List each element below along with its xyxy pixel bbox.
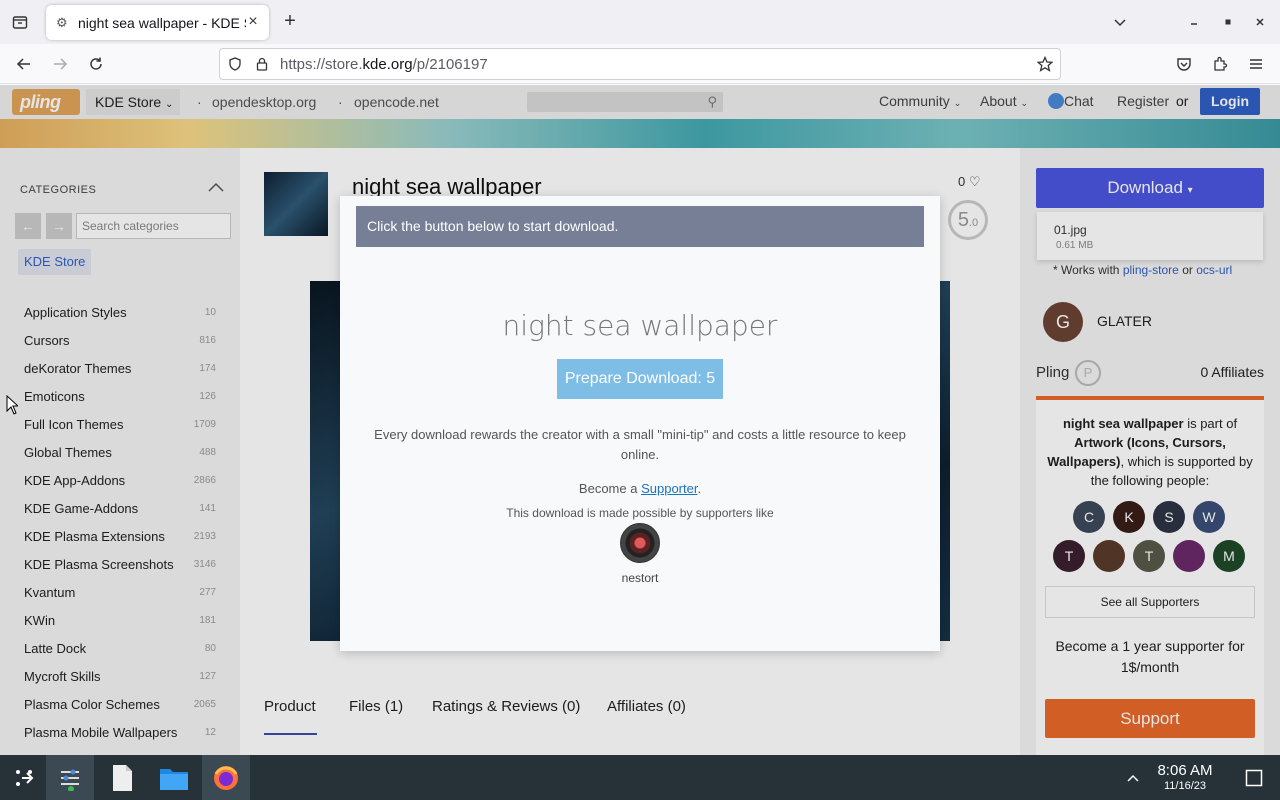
modal-header: Click the button below to start download…	[356, 206, 924, 247]
bookmark-star-icon[interactable]	[1037, 56, 1053, 72]
url-text: https://store.kde.org/p/2106197	[280, 56, 488, 73]
become-supporter-line: Become a Supporter.	[578, 481, 702, 496]
shield-icon[interactable]	[227, 56, 243, 72]
text-editor-icon[interactable]	[98, 755, 146, 800]
kde-favicon-icon: ⚙	[56, 14, 68, 30]
extensions-icon[interactable]	[1208, 52, 1232, 76]
minimize-icon[interactable]	[1182, 10, 1206, 34]
supporter-avatar-nestort[interactable]	[620, 523, 660, 563]
maximize-icon[interactable]	[1216, 10, 1240, 34]
system-settings-icon[interactable]	[46, 755, 94, 800]
supporter-name[interactable]: nestort	[340, 571, 940, 585]
modal-title: night sea wallpaper	[502, 309, 778, 342]
pocket-icon[interactable]	[1172, 52, 1196, 76]
close-window-icon[interactable]	[1248, 10, 1272, 34]
supporter-link[interactable]: Supporter	[641, 481, 697, 496]
made-possible-text: This download is made possible by suppor…	[506, 506, 774, 520]
tab-overflow-chevron-icon[interactable]	[1108, 10, 1132, 34]
file-manager-icon[interactable]	[150, 755, 198, 800]
firefox-icon[interactable]	[202, 755, 250, 800]
new-tab-icon[interactable]: +	[280, 10, 300, 34]
close-tab-icon[interactable]: ×	[245, 14, 261, 30]
taskbar: 8:06 AM 11/16/23	[0, 755, 1280, 800]
forward-icon[interactable]	[48, 52, 72, 76]
clock-time[interactable]: 8:06 AM	[1152, 762, 1218, 779]
menu-hamburger-icon[interactable]	[1244, 52, 1268, 76]
system-tray-expand-icon[interactable]	[1109, 755, 1157, 800]
lock-icon[interactable]	[254, 56, 270, 72]
modal-note: Every download rewards the creator with …	[374, 427, 906, 462]
browser-navbar: https://store.kde.org/p/2106197	[0, 44, 1280, 84]
app-launcher-icon[interactable]	[0, 755, 48, 800]
back-icon[interactable]	[12, 52, 36, 76]
browser-tab-active[interactable]: ⚙ night sea wallpaper - KDE Store ×	[46, 5, 269, 40]
prepare-download-button[interactable]: Prepare Download: 5	[557, 359, 723, 399]
address-bar[interactable]: https://store.kde.org/p/2106197	[219, 48, 1061, 80]
tab-title: night sea wallpaper - KDE Store	[78, 14, 246, 31]
download-modal: Click the button below to start download…	[340, 196, 940, 651]
tab-list-icon[interactable]	[8, 10, 32, 34]
show-desktop-icon[interactable]	[1230, 755, 1278, 800]
clock-date[interactable]: 11/16/23	[1152, 780, 1218, 792]
mouse-cursor-icon	[6, 395, 18, 415]
browser-tabbar: ⚙ night sea wallpaper - KDE Store × +	[0, 0, 1280, 44]
reload-icon[interactable]	[84, 52, 108, 76]
